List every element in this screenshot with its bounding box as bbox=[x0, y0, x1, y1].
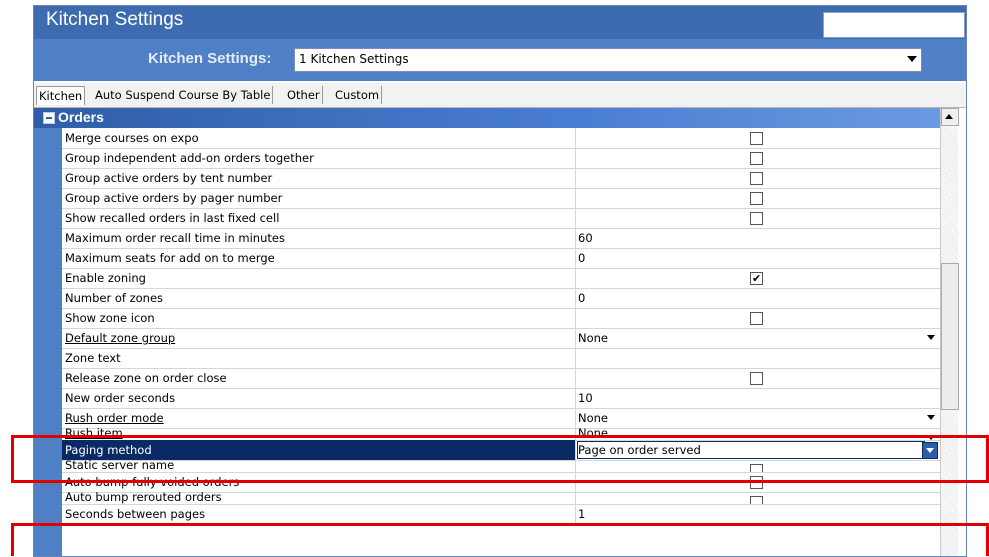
row-maximum-seats-for-add-on-to-merge[interactable]: Maximum seats for add on to merge 0 bbox=[62, 248, 940, 269]
row-label: Seconds between pages bbox=[62, 504, 576, 524]
row-value[interactable] bbox=[575, 188, 940, 208]
tab-strip: Kitchen Auto Suspend Course By Table Oth… bbox=[34, 83, 966, 108]
row-value[interactable] bbox=[575, 268, 940, 289]
settings-selector-label: Kitchen Settings: bbox=[148, 50, 272, 67]
row-value[interactable]: 0 bbox=[575, 288, 940, 308]
tab-custom[interactable]: Custom bbox=[333, 86, 383, 104]
checkbox[interactable] bbox=[750, 152, 763, 165]
row-release-zone-on-order-close[interactable]: Release zone on order close bbox=[62, 368, 940, 389]
row-label: New order seconds bbox=[62, 388, 576, 408]
row-label: Release zone on order close bbox=[62, 368, 576, 388]
highlight-box-paging-method bbox=[11, 435, 989, 483]
row-enable-zoning[interactable]: Enable zoning bbox=[62, 268, 940, 289]
settings-selector-value: 1 Kitchen Settings bbox=[299, 52, 409, 66]
row-new-order-seconds[interactable]: New order seconds 10 bbox=[62, 388, 940, 409]
checkbox[interactable] bbox=[750, 269, 763, 289]
chevron-down-icon[interactable] bbox=[903, 50, 920, 68]
vertical-scrollbar[interactable] bbox=[940, 108, 959, 556]
title-search-box[interactable] bbox=[823, 12, 965, 38]
row-group-active-orders-by-tent-number[interactable]: Group active orders by tent number bbox=[62, 168, 940, 189]
checkbox[interactable] bbox=[750, 172, 763, 185]
checkbox[interactable] bbox=[750, 212, 763, 225]
row-value[interactable] bbox=[575, 168, 940, 188]
row-value[interactable] bbox=[575, 492, 940, 504]
row-value[interactable]: 60 bbox=[575, 228, 940, 248]
checkbox[interactable] bbox=[750, 132, 763, 145]
row-label: Merge courses on expo bbox=[62, 128, 576, 148]
checkbox[interactable] bbox=[750, 312, 763, 325]
checkbox[interactable] bbox=[750, 372, 763, 385]
row-group-active-orders-by-pager-number[interactable]: Group active orders by pager number bbox=[62, 188, 940, 209]
row-label: Show recalled orders in last fixed cell bbox=[62, 208, 576, 228]
row-label: Show zone icon bbox=[62, 308, 576, 328]
row-value[interactable]: 10 bbox=[575, 388, 940, 408]
row-label: Default zone group bbox=[62, 328, 576, 348]
row-value[interactable]: None bbox=[575, 328, 940, 348]
chevron-down-icon[interactable] bbox=[924, 410, 938, 425]
property-grid: Orders Merge courses on expo Group indepe… bbox=[34, 108, 966, 556]
scroll-thumb[interactable] bbox=[941, 263, 959, 410]
row-seconds-between-pages[interactable]: Seconds between pages 1 bbox=[62, 504, 940, 525]
row-value-text[interactable]: None bbox=[578, 328, 608, 348]
row-value-text[interactable]: None bbox=[578, 408, 608, 428]
row-value-text[interactable]: 10 bbox=[578, 388, 593, 408]
row-label: Maximum order recall time in minutes bbox=[62, 228, 576, 248]
row-group-independent-add-on-orders-together[interactable]: Group independent add-on orders together bbox=[62, 148, 940, 169]
scroll-up-icon[interactable] bbox=[941, 108, 959, 126]
row-value[interactable] bbox=[575, 348, 940, 368]
row-zone-text[interactable]: Zone text bbox=[62, 348, 940, 369]
tab-other[interactable]: Other bbox=[285, 86, 323, 104]
window-title: Kitchen Settings bbox=[46, 9, 184, 30]
row-default-zone-group[interactable]: Default zone group None bbox=[62, 328, 940, 349]
settings-selector-dropdown[interactable]: 1 Kitchen Settings bbox=[294, 48, 922, 72]
row-label: Group active orders by tent number bbox=[62, 168, 576, 188]
row-value-text[interactable]: 0 bbox=[578, 248, 585, 268]
row-value[interactable] bbox=[575, 368, 940, 388]
row-label: Number of zones bbox=[62, 288, 576, 308]
row-value-text[interactable]: 0 bbox=[578, 288, 585, 308]
title-bar: Kitchen Settings bbox=[34, 6, 966, 39]
row-show-zone-icon[interactable]: Show zone icon bbox=[62, 308, 940, 329]
row-value[interactable] bbox=[575, 128, 940, 148]
row-label: Auto bump rerouted orders bbox=[62, 492, 576, 504]
row-label: Zone text bbox=[62, 348, 576, 368]
tab-auto-suspend-course-by-table[interactable]: Auto Suspend Course By Table bbox=[93, 86, 274, 104]
section-title: Orders bbox=[58, 109, 104, 125]
checkbox[interactable] bbox=[750, 192, 763, 205]
row-value-text[interactable]: 1 bbox=[578, 504, 585, 524]
row-value[interactable] bbox=[575, 208, 940, 228]
settings-selector-bar: Kitchen Settings: 1 Kitchen Settings bbox=[34, 39, 966, 81]
section-header-orders[interactable]: Orders bbox=[34, 108, 940, 128]
row-label: Enable zoning bbox=[62, 268, 576, 288]
row-value[interactable]: None bbox=[575, 408, 940, 428]
row-label: Rush order mode bbox=[62, 408, 576, 428]
row-label: Group active orders by pager number bbox=[62, 188, 576, 208]
row-maximum-order-recall-time-in-minutes[interactable]: Maximum order recall time in minutes 60 bbox=[62, 228, 940, 249]
highlight-box-seconds-between-pages bbox=[11, 523, 989, 556]
row-value-text[interactable]: 60 bbox=[578, 228, 593, 248]
grid-gutter bbox=[34, 128, 62, 556]
row-value[interactable] bbox=[575, 148, 940, 168]
chevron-down-icon[interactable] bbox=[924, 330, 938, 345]
row-merge-courses-on-expo[interactable]: Merge courses on expo bbox=[62, 128, 940, 149]
row-label: Maximum seats for add on to merge bbox=[62, 248, 576, 268]
row-show-recalled-orders-in-last-fixed-cell[interactable]: Show recalled orders in last fixed cell bbox=[62, 208, 940, 229]
tab-kitchen[interactable]: Kitchen bbox=[36, 86, 86, 105]
row-number-of-zones[interactable]: Number of zones 0 bbox=[62, 288, 940, 309]
row-value[interactable] bbox=[575, 308, 940, 328]
row-rush-order-mode[interactable]: Rush order mode None bbox=[62, 408, 940, 429]
row-label: Group independent add-on orders together bbox=[62, 148, 576, 168]
row-value[interactable]: 1 bbox=[575, 504, 940, 524]
collapse-icon[interactable] bbox=[43, 112, 55, 124]
row-value[interactable]: 0 bbox=[575, 248, 940, 268]
